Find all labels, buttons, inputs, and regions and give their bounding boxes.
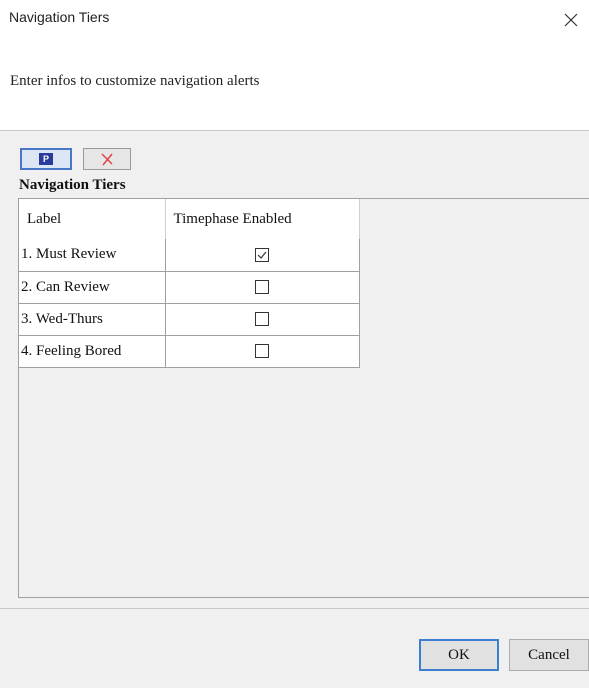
timephase-cell xyxy=(165,335,360,368)
ok-button[interactable]: OK xyxy=(419,639,499,671)
timephase-cell xyxy=(165,271,360,304)
row-label[interactable]: 1. Must Review xyxy=(19,239,166,272)
section-title: Navigation Tiers xyxy=(19,177,126,193)
delete-button[interactable] xyxy=(83,148,131,170)
footer-divider xyxy=(0,608,589,609)
close-icon xyxy=(564,13,578,27)
window-title: Navigation Tiers xyxy=(9,9,110,25)
table-header-row: Label Timephase Enabled xyxy=(19,199,360,239)
title-bar: Navigation Tiers xyxy=(0,0,589,40)
row-label[interactable]: 2. Can Review xyxy=(19,271,166,304)
column-header-label: Label xyxy=(19,199,166,239)
timephase-checkbox[interactable] xyxy=(255,312,269,327)
checkmark-icon xyxy=(257,251,267,259)
tiers-table: Label Timephase Enabled 1. Must Review 2… xyxy=(19,199,360,368)
table-row[interactable]: 4. Feeling Bored xyxy=(19,335,360,368)
delete-x-icon xyxy=(101,153,113,166)
timephase-cell xyxy=(165,239,360,272)
table-row[interactable]: 2. Can Review xyxy=(19,271,360,304)
timephase-checkbox[interactable] xyxy=(255,247,269,262)
table-row[interactable]: 3. Wed-Thurs xyxy=(19,303,360,336)
timephase-checkbox[interactable] xyxy=(255,344,269,359)
p-button[interactable]: P xyxy=(20,148,72,170)
cancel-button[interactable]: Cancel xyxy=(509,639,589,671)
header-panel: Enter infos to customize navigation aler… xyxy=(0,40,589,131)
tiers-grid: Label Timephase Enabled 1. Must Review 2… xyxy=(18,198,589,598)
close-button[interactable] xyxy=(553,0,589,40)
row-label[interactable]: 4. Feeling Bored xyxy=(19,335,166,368)
timephase-cell xyxy=(165,303,360,336)
timephase-checkbox[interactable] xyxy=(255,280,269,295)
instruction-text: Enter infos to customize navigation aler… xyxy=(10,73,260,89)
table-row[interactable]: 1. Must Review xyxy=(19,239,360,272)
p-icon: P xyxy=(39,153,53,165)
column-header-timephase: Timephase Enabled xyxy=(165,199,360,239)
row-label[interactable]: 3. Wed-Thurs xyxy=(19,303,166,336)
